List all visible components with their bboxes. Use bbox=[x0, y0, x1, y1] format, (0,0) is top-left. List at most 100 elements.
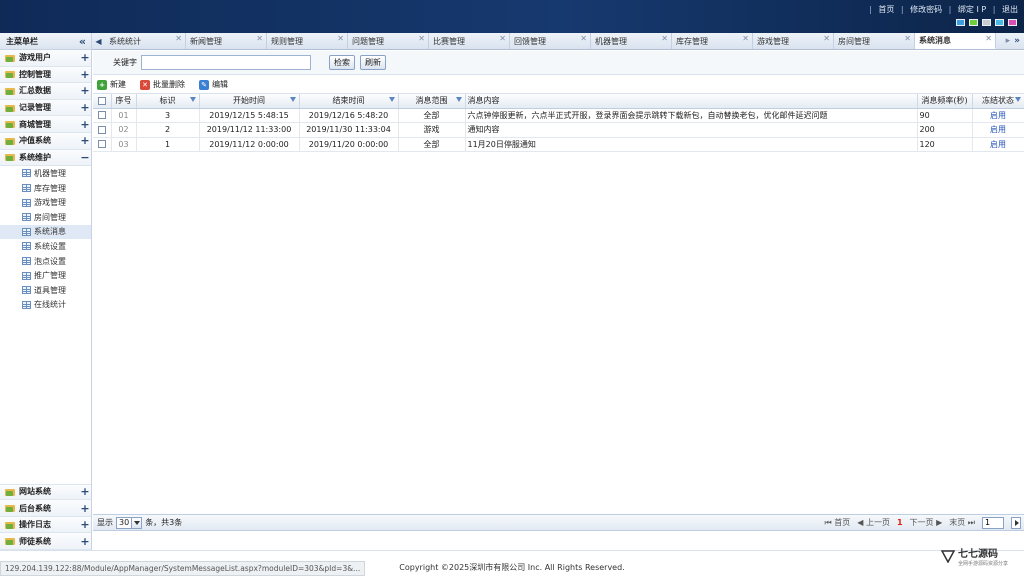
col-end-time[interactable]: 结束时间 bbox=[299, 94, 399, 109]
sidebar-item-props[interactable]: 道具管理 bbox=[0, 283, 91, 298]
filter-icon[interactable] bbox=[388, 97, 395, 102]
menu-recharge[interactable]: 冲值系统 + bbox=[0, 132, 91, 150]
sidebar-item-machine[interactable]: 机器管理 bbox=[0, 166, 91, 181]
table-row[interactable]: 03 1 2019/11/12 0:00:00 2019/11/20 0:00:… bbox=[93, 137, 1024, 152]
page-size-select[interactable]: 30 bbox=[116, 516, 143, 529]
sidebar-item-inventory[interactable]: 库存管理 bbox=[0, 181, 91, 196]
tab-rooms[interactable]: 房间管理 ✕ bbox=[834, 33, 915, 49]
new-button[interactable]: + 新建 bbox=[97, 79, 126, 90]
search-button[interactable]: 检索 bbox=[329, 55, 355, 70]
tab-questions[interactable]: 问题管理 ✕ bbox=[348, 33, 429, 49]
col-status[interactable]: 冻结状态 bbox=[972, 94, 1024, 109]
tab-scroll-left-icon[interactable]: ◀ bbox=[92, 33, 105, 49]
tab-inventory[interactable]: 库存管理 ✕ bbox=[672, 33, 753, 49]
filter-icon[interactable] bbox=[455, 97, 462, 102]
tab-scroll-right-icon[interactable]: ▸ bbox=[1006, 36, 1011, 46]
theme-swatch[interactable] bbox=[969, 19, 978, 26]
expand-icon[interactable]: + bbox=[79, 135, 91, 146]
table-row[interactable]: 02 2 2019/11/12 11:33:00 2019/11/30 11:3… bbox=[93, 122, 1024, 138]
tab-feedback[interactable]: 回馈管理 ✕ bbox=[510, 33, 591, 49]
checkbox-icon[interactable] bbox=[97, 96, 106, 105]
edit-button[interactable]: ✎ 编辑 bbox=[199, 79, 228, 90]
tab-news[interactable]: 新闻管理 ✕ bbox=[186, 33, 267, 49]
logout-link[interactable]: 退出 bbox=[1002, 5, 1018, 14]
expand-icon[interactable]: + bbox=[79, 85, 91, 96]
status-enable-link[interactable]: 启用 bbox=[990, 111, 1006, 120]
menu-game-users[interactable]: 游戏用户 + bbox=[0, 50, 91, 67]
batch-delete-button[interactable]: ✕ 批量删除 bbox=[140, 79, 185, 90]
menu-operation-log[interactable]: 操作日志 + bbox=[0, 516, 91, 534]
menu-control[interactable]: 控制管理 + bbox=[0, 66, 91, 84]
row-checkbox[interactable] bbox=[93, 137, 112, 152]
tab-machines[interactable]: 机器管理 ✕ bbox=[591, 33, 672, 49]
goto-page-input[interactable] bbox=[982, 516, 1004, 529]
sidebar-item-online-stats[interactable]: 在线统计 bbox=[0, 298, 91, 313]
sidebar-item-games[interactable]: 游戏管理 bbox=[0, 195, 91, 210]
row-checkbox[interactable] bbox=[93, 122, 112, 138]
close-icon[interactable]: ✕ bbox=[661, 34, 668, 43]
sidebar-item-system-settings[interactable]: 系统设置 bbox=[0, 239, 91, 254]
expand-icon[interactable]: + bbox=[79, 536, 91, 547]
expand-icon[interactable]: + bbox=[79, 503, 91, 514]
prev-page-link[interactable]: ◀ 上一页 bbox=[857, 517, 890, 528]
sidebar-item-bubble-settings[interactable]: 泡点设置 bbox=[0, 254, 91, 269]
theme-swatch[interactable] bbox=[982, 19, 991, 26]
sidebar-item-system-messages[interactable]: 系统消息 bbox=[0, 224, 91, 240]
close-icon[interactable]: ✕ bbox=[985, 34, 992, 43]
menu-mentor[interactable]: 师徒系统 + bbox=[0, 533, 91, 550]
col-scope[interactable]: 消息范围 bbox=[398, 94, 466, 109]
expand-icon[interactable]: + bbox=[79, 69, 91, 80]
filter-icon[interactable] bbox=[289, 97, 296, 102]
tab-system-stats[interactable]: 系统统计 ✕ bbox=[105, 33, 186, 49]
expand-icon[interactable]: + bbox=[79, 486, 91, 497]
close-icon[interactable]: ✕ bbox=[580, 34, 587, 43]
chevron-down-icon[interactable] bbox=[131, 517, 142, 528]
checkbox-icon[interactable] bbox=[97, 125, 106, 134]
menu-summary[interactable]: 汇总数据 + bbox=[0, 83, 91, 100]
sidebar-item-promotion[interactable]: 推广管理 bbox=[0, 268, 91, 283]
status-enable-link[interactable]: 启用 bbox=[990, 125, 1006, 134]
menu-system-maintenance[interactable]: 系统维护 − bbox=[0, 149, 91, 167]
next-page-link[interactable]: 下一页 ▶ bbox=[910, 517, 943, 528]
menu-website[interactable]: 网站系统 + bbox=[0, 483, 91, 501]
theme-swatch[interactable] bbox=[995, 19, 1004, 26]
change-password-link[interactable]: 修改密码 bbox=[910, 5, 942, 14]
table-row[interactable]: 01 3 2019/12/15 5:48:15 2019/12/16 5:48:… bbox=[93, 108, 1024, 123]
bind-ip-link[interactable]: 绑定 I P bbox=[958, 5, 986, 14]
keyword-input[interactable] bbox=[141, 55, 311, 70]
tab-games[interactable]: 游戏管理 ✕ bbox=[753, 33, 834, 49]
filter-icon[interactable] bbox=[189, 97, 196, 102]
col-id[interactable]: 标识 bbox=[136, 94, 200, 109]
status-enable-link[interactable]: 启用 bbox=[990, 140, 1006, 149]
close-icon[interactable]: ✕ bbox=[904, 34, 911, 43]
close-icon[interactable]: ✕ bbox=[823, 34, 830, 43]
tab-menu-icon[interactable]: » bbox=[1014, 36, 1020, 46]
last-page-link[interactable]: 末页 ⏭ bbox=[949, 517, 975, 528]
collapse-icon[interactable]: − bbox=[79, 152, 91, 163]
expand-icon[interactable]: + bbox=[79, 519, 91, 530]
refresh-button[interactable]: 刷新 bbox=[360, 55, 386, 70]
row-checkbox[interactable] bbox=[93, 108, 112, 123]
sidebar-item-rooms[interactable]: 房间管理 bbox=[0, 210, 91, 225]
tab-rules[interactable]: 规则管理 ✕ bbox=[267, 33, 348, 49]
menu-records[interactable]: 记录管理 + bbox=[0, 99, 91, 117]
tab-matches[interactable]: 比赛管理 ✕ bbox=[429, 33, 510, 49]
select-all-checkbox[interactable] bbox=[93, 94, 112, 109]
menu-shop[interactable]: 商城管理 + bbox=[0, 116, 91, 133]
close-icon[interactable]: ✕ bbox=[418, 34, 425, 43]
expand-icon[interactable]: + bbox=[79, 102, 91, 113]
close-icon[interactable]: ✕ bbox=[175, 34, 182, 43]
checkbox-icon[interactable] bbox=[97, 111, 106, 120]
col-start-time[interactable]: 开始时间 bbox=[199, 94, 300, 109]
expand-icon[interactable]: + bbox=[79, 52, 91, 63]
home-link[interactable]: 首页 bbox=[878, 5, 894, 14]
close-icon[interactable]: ✕ bbox=[742, 34, 749, 43]
menu-backend[interactable]: 后台系统 + bbox=[0, 500, 91, 517]
theme-swatch[interactable] bbox=[1008, 19, 1017, 26]
first-page-link[interactable]: ⏮ 首页 bbox=[825, 517, 851, 528]
close-icon[interactable]: ✕ bbox=[256, 34, 263, 43]
theme-swatch[interactable] bbox=[956, 19, 965, 26]
close-icon[interactable]: ✕ bbox=[499, 34, 506, 43]
double-chevron-left-icon[interactable]: « bbox=[79, 36, 86, 47]
expand-icon[interactable]: + bbox=[79, 119, 91, 130]
